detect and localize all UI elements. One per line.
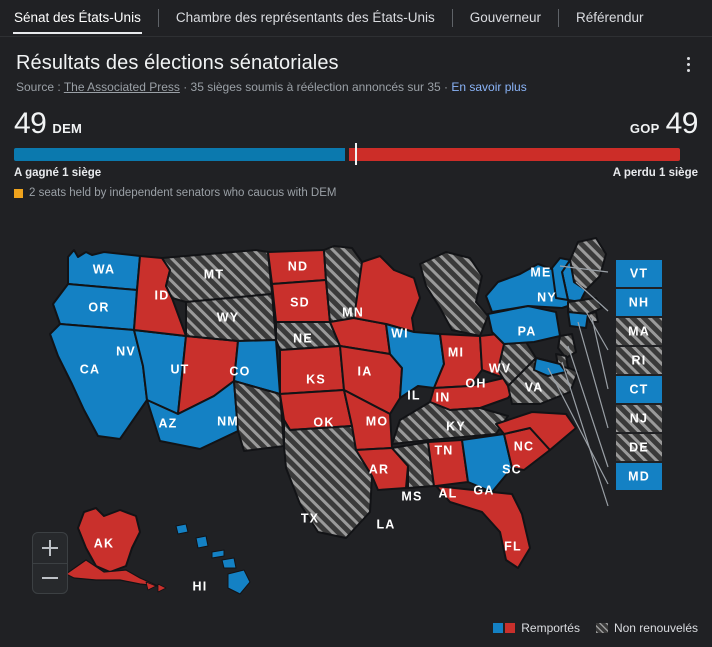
legend-label-won: Remportés <box>521 621 580 635</box>
dem-party-label: DEM <box>52 121 83 136</box>
state-MT[interactable] <box>161 249 273 303</box>
us-senate-results-map[interactable]: WA OR CA NV ID UT AZ MT WY CO NM ND SD N… <box>0 236 712 647</box>
plus-icon <box>42 539 58 556</box>
state-AK-islands[interactable] <box>145 581 167 593</box>
gop-seat-change: A perdu 1 siège <box>612 167 698 179</box>
state-HI-bigisland <box>227 569 251 595</box>
page-title: Résultats des élections sénatoriales <box>16 52 339 74</box>
callout-box-MD[interactable] <box>616 463 662 490</box>
seat-bar <box>14 143 698 165</box>
source-seat-count: · 35 sièges soumis à réélection annoncés… <box>179 80 452 94</box>
map-legend: Remportés Non renouvelés <box>493 621 698 635</box>
state-FL[interactable] <box>435 485 531 569</box>
tab-governor[interactable]: Gouverneur <box>470 10 541 27</box>
map-zoom-controls[interactable] <box>32 532 68 594</box>
state-WY[interactable] <box>185 293 277 342</box>
kebab-dot <box>686 68 690 72</box>
callout-box-CT[interactable] <box>616 376 662 403</box>
independent-note: 2 seats held by independent senators who… <box>14 187 698 199</box>
independent-note-text: 2 seats held by independent senators who… <box>29 187 337 199</box>
callout-box-MA[interactable] <box>616 318 662 345</box>
dem-swatch-icon <box>493 623 504 633</box>
state-OR[interactable] <box>52 283 138 331</box>
source-prefix: Source : <box>16 80 64 94</box>
tab-senate[interactable]: Sénat des États-Unis <box>13 10 142 34</box>
kebab-dot <box>686 62 690 66</box>
learn-more-link[interactable]: En savoir plus <box>451 80 526 94</box>
callout-box-VT[interactable] <box>616 260 662 287</box>
state-HI-oahu <box>195 535 209 549</box>
state-HI-maui <box>221 557 237 569</box>
state-HI-kauai <box>175 523 189 535</box>
state-KS[interactable] <box>279 345 345 395</box>
state-CA[interactable] <box>49 323 148 440</box>
gop-tally: GOP 49 <box>629 107 699 140</box>
tab-divider <box>451 9 453 27</box>
state-MI[interactable] <box>419 251 489 337</box>
kebab-dot <box>686 56 690 60</box>
independent-swatch-icon <box>14 188 23 198</box>
state-HI-shapes[interactable] <box>175 523 251 595</box>
tab-house[interactable]: Chambre des représentants des États-Unis <box>176 10 435 27</box>
label-HI: HI <box>193 579 208 593</box>
state-WI[interactable] <box>353 255 421 333</box>
label-MS: MS <box>401 489 422 503</box>
dem-tally: 49 DEM <box>14 109 82 139</box>
state-OK[interactable] <box>279 389 353 431</box>
legend-item-won: Remportés <box>493 621 580 635</box>
tab-referendum[interactable]: Référendur <box>576 10 644 27</box>
gop-bar-segment <box>349 147 681 161</box>
state-SD[interactable] <box>271 279 331 323</box>
won-swatch-pair-icon <box>493 623 516 633</box>
state-shapes[interactable] <box>49 237 607 595</box>
callout-box-RI[interactable] <box>616 347 662 374</box>
state-ND[interactable] <box>267 249 327 285</box>
hatched-swatch-icon <box>595 623 608 633</box>
seat-tally: 49 DEM GOP 49 A gagné 1 siège A perdu 1 … <box>0 95 712 199</box>
callout-box-DE[interactable] <box>616 434 662 461</box>
gop-party-label: GOP <box>629 121 660 136</box>
callout-box-NH[interactable] <box>616 289 662 316</box>
state-HI-molokai <box>211 549 225 559</box>
callout-box-NJ[interactable] <box>616 405 662 432</box>
tab-divider <box>157 9 159 27</box>
label-LA: LA <box>376 517 395 531</box>
zoom-out-button[interactable] <box>33 564 67 594</box>
map-svg[interactable]: WA OR CA NV ID UT AZ MT WY CO NM ND SD N… <box>0 236 712 647</box>
gop-seat-count: 49 <box>665 107 699 140</box>
dem-seat-count: 49 <box>14 107 47 140</box>
minus-icon <box>42 570 58 586</box>
result-card-header: Résultats des élections sénatoriales Sou… <box>0 37 712 95</box>
tally-counts-row: 49 DEM GOP 49 <box>14 107 699 140</box>
dem-seat-change: A gagné 1 siège <box>14 167 102 179</box>
leader-CT <box>577 321 609 429</box>
seat-change-row: A gagné 1 siège A perdu 1 siège <box>14 167 698 179</box>
state-CT-shape[interactable] <box>567 311 589 329</box>
state-GA[interactable] <box>461 433 513 493</box>
source-line: Source : The Associated Press · 35 siège… <box>16 79 696 95</box>
kebab-menu-icon[interactable] <box>676 49 700 79</box>
callout-boxes[interactable] <box>616 260 662 490</box>
legend-item-not-up: Non renouvelés <box>595 621 698 635</box>
legend-label-not-up: Non renouvelés <box>613 621 698 635</box>
gop-swatch-icon <box>505 623 516 633</box>
tab-divider <box>558 9 559 27</box>
dem-bar-segment <box>14 147 346 161</box>
source-link[interactable]: The Associated Press <box>64 80 180 94</box>
majority-marker <box>355 143 357 165</box>
election-type-tabbar: Sénat des États-Unis Chambre des représe… <box>0 0 712 37</box>
zoom-in-button[interactable] <box>33 533 67 564</box>
